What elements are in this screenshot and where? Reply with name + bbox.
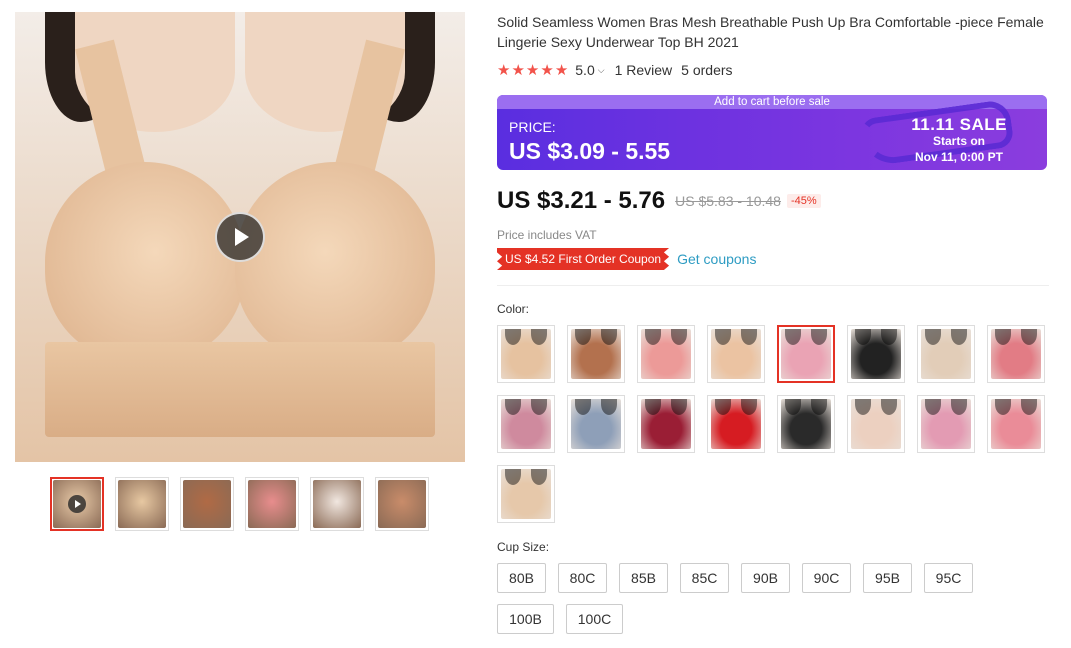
color-swatch-image <box>781 329 831 379</box>
star-icon: ★ <box>497 61 511 79</box>
chevron-down-icon[interactable]: ⌵ <box>598 65 605 76</box>
divider <box>497 285 1049 286</box>
video-play-button[interactable] <box>215 212 265 262</box>
cup-size-option-85b[interactable]: 85B <box>619 563 668 593</box>
cup-size-option-90b[interactable]: 90B <box>741 563 790 593</box>
star-icon: ★ <box>540 61 554 79</box>
color-swatch-image <box>781 399 831 449</box>
image-cup-right <box>235 162 435 362</box>
cup-size-option-95b[interactable]: 95B <box>863 563 912 593</box>
color-swatch-image <box>851 329 901 379</box>
coupon-row: US $4.52 First Order Coupon Get coupons <box>497 248 756 270</box>
cup-size-option-95c[interactable]: 95C <box>924 563 973 593</box>
color-options <box>497 325 1057 523</box>
price-row: US $3.21 - 5.76 US $5.83 - 10.48 -45% <box>497 187 821 215</box>
thumbnail-image <box>183 480 231 528</box>
thumbnail-image <box>313 480 361 528</box>
color-option-10[interactable] <box>567 395 625 453</box>
color-option-9[interactable] <box>497 395 555 453</box>
get-coupons-link[interactable]: Get coupons <box>677 251 756 267</box>
color-option-7[interactable] <box>917 325 975 383</box>
image-cup-left <box>45 162 245 362</box>
original-price: US $5.83 - 10.48 <box>675 193 781 209</box>
color-option-16[interactable] <box>987 395 1045 453</box>
cup-size-option-100c[interactable]: 100C <box>566 604 623 634</box>
cup-size-option-80b[interactable]: 80B <box>497 563 546 593</box>
color-label: Color: <box>497 302 530 316</box>
thumbnail-image <box>378 480 426 528</box>
sale-price-label: PRICE: <box>509 119 556 135</box>
color-option-13[interactable] <box>777 395 835 453</box>
color-swatch-image <box>571 399 621 449</box>
vat-note: Price includes VAT <box>497 228 597 242</box>
color-swatch-image <box>711 399 761 449</box>
color-swatch-image <box>851 399 901 449</box>
color-swatch-image <box>501 399 551 449</box>
color-option-8[interactable] <box>987 325 1045 383</box>
color-swatch-image <box>991 329 1041 379</box>
discount-badge: -45% <box>786 194 821 208</box>
color-swatch-image <box>501 329 551 379</box>
thumbnail-image <box>118 480 166 528</box>
color-option-12[interactable] <box>707 395 765 453</box>
color-option-5[interactable] <box>777 325 835 383</box>
thumbnail-strip <box>50 477 429 531</box>
cup-size-option-100b[interactable]: 100B <box>497 604 554 634</box>
color-option-17[interactable] <box>497 465 555 523</box>
color-option-1[interactable] <box>497 325 555 383</box>
color-option-11[interactable] <box>637 395 695 453</box>
color-option-6[interactable] <box>847 325 905 383</box>
play-icon <box>68 495 86 513</box>
color-swatch-image <box>921 329 971 379</box>
thumbnail-2[interactable] <box>115 477 169 531</box>
star-icon: ★ <box>525 61 540 79</box>
color-option-3[interactable] <box>637 325 695 383</box>
cup-size-option-80c[interactable]: 80C <box>558 563 607 593</box>
color-swatch-image <box>711 329 761 379</box>
thumbnail-1[interactable] <box>50 477 104 531</box>
first-order-coupon[interactable]: US $4.52 First Order Coupon <box>497 248 670 270</box>
thumbnail-3[interactable] <box>180 477 234 531</box>
product-title: Solid Seamless Women Bras Mesh Breathabl… <box>497 14 1044 50</box>
image-band <box>45 342 435 437</box>
color-option-15[interactable] <box>917 395 975 453</box>
color-option-4[interactable] <box>707 325 765 383</box>
cup-size-options: 80B 80C 85B 85C 90B 90C 95B 95C 100B 100C <box>497 563 1017 634</box>
color-option-2[interactable] <box>567 325 625 383</box>
rating-row: ★ ★ ★ ★ ★ 5.0 ⌵ 1 Review 5 orders <box>497 61 1049 79</box>
rating-score[interactable]: 5.0 <box>575 62 594 78</box>
star-rating: ★ ★ ★ ★ ★ <box>497 63 568 78</box>
orders-count: 5 orders <box>681 62 733 78</box>
play-icon <box>235 228 249 246</box>
sale-event-starts: Starts on <box>932 134 985 148</box>
color-swatch-image <box>501 469 551 519</box>
color-swatch-image <box>571 329 621 379</box>
thumbnail-4[interactable] <box>245 477 299 531</box>
color-swatch-image <box>921 399 971 449</box>
star-icon: ★ <box>511 61 525 79</box>
color-swatch-image <box>641 329 691 379</box>
cup-size-option-90c[interactable]: 90C <box>802 563 851 593</box>
main-product-image[interactable] <box>15 12 465 462</box>
cup-size-label: Cup Size: <box>497 540 550 554</box>
color-option-14[interactable] <box>847 395 905 453</box>
star-icon: ★ <box>554 61 569 79</box>
thumbnail-5[interactable] <box>310 477 364 531</box>
sale-price-value: US $3.09 - 5.55 <box>509 138 671 164</box>
product-info: Solid Seamless Women Bras Mesh Breathabl… <box>497 12 1049 634</box>
color-swatch-image <box>641 399 691 449</box>
sale-event-date: Nov 11, 0:00 PT <box>914 150 1003 164</box>
current-price: US $3.21 - 5.76 <box>497 187 666 214</box>
cup-size-option-85c[interactable]: 85C <box>680 563 729 593</box>
thumbnail-image <box>248 480 296 528</box>
thumbnail-6[interactable] <box>375 477 429 531</box>
reviews-link[interactable]: 1 Review <box>615 62 673 78</box>
sale-banner[interactable]: Add to cart before sale PRICE: US $3.09 … <box>497 95 1047 170</box>
sale-event-title: 11.11 SALE <box>911 115 1007 134</box>
color-swatch-image <box>991 399 1041 449</box>
